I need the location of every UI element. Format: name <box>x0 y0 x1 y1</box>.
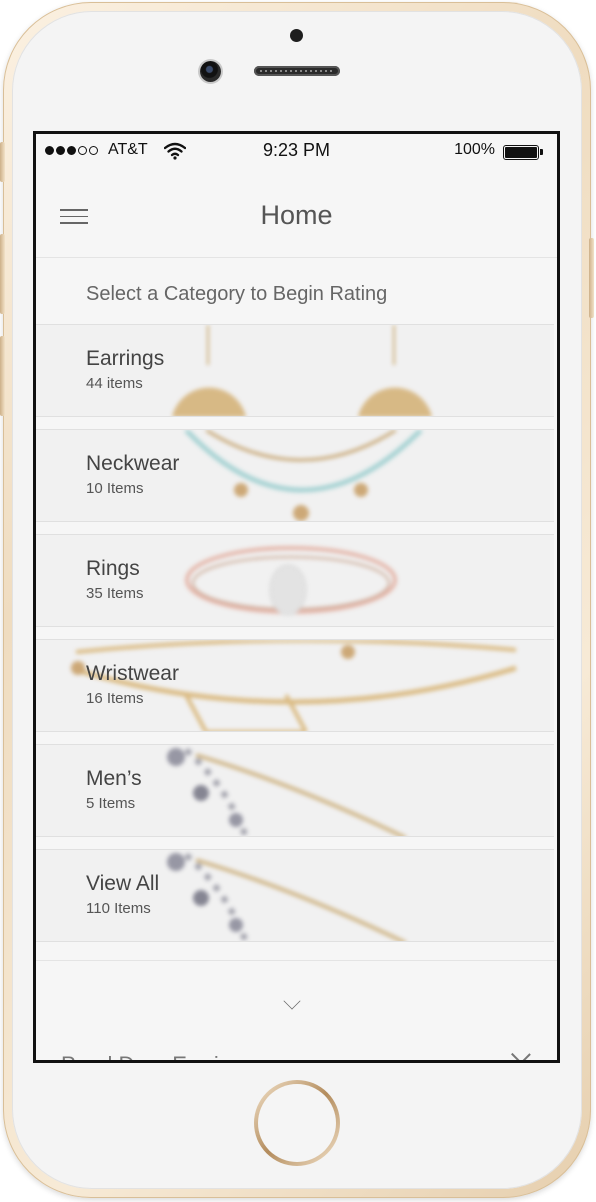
battery-icon <box>503 145 543 160</box>
app-screen: AT&T 9:23 PM 100% Home Select a Category… <box>36 134 557 1060</box>
category-mens[interactable]: Men’s 5 Items <box>36 744 554 837</box>
front-camera <box>200 61 221 82</box>
chevron-down-icon[interactable] <box>283 992 301 1010</box>
category-neckwear[interactable]: Neckwear 10 Items <box>36 429 554 522</box>
close-icon[interactable] <box>511 1053 531 1060</box>
proximity-sensor <box>290 29 303 42</box>
category-count: 16 Items <box>86 690 144 707</box>
home-button[interactable] <box>254 1080 340 1166</box>
battery-percentage: 100% <box>454 141 495 158</box>
category-name: View All <box>86 872 160 895</box>
category-name: Rings <box>86 557 140 580</box>
more-section: Pearl Drop Earrings <box>36 960 557 1060</box>
category-count: 10 Items <box>86 480 144 497</box>
volume-down-button <box>0 336 5 416</box>
category-name: Earrings <box>86 347 165 370</box>
category-count: 35 Items <box>86 585 144 602</box>
mute-switch <box>0 142 5 182</box>
category-name: Men’s <box>86 767 142 790</box>
screen: AT&T 9:23 PM 100% Home Select a Category… <box>33 131 560 1063</box>
page-title: Home <box>260 200 333 230</box>
category-name: Neckwear <box>86 452 180 475</box>
category-count: 110 Items <box>86 900 151 917</box>
home-button-face <box>258 1084 336 1162</box>
category-wristwear[interactable]: Wristwear 16 Items <box>36 639 554 732</box>
navigation-bar: Home <box>36 168 557 258</box>
category-view-all[interactable]: View All 110 Items <box>36 849 554 942</box>
category-count: 5 Items <box>86 795 136 812</box>
category-count: 44 items <box>86 375 143 392</box>
peek-item-title[interactable]: Pearl Drop Earrings <box>61 1052 254 1060</box>
volume-up-button <box>0 234 5 314</box>
category-name: Wristwear <box>86 662 179 685</box>
power-button <box>589 238 594 318</box>
category-earrings[interactable]: Earrings 44 items <box>36 324 554 417</box>
category-rings[interactable]: Rings 35 Items <box>36 534 554 627</box>
earpiece-speaker <box>254 66 340 76</box>
status-bar: AT&T 9:23 PM 100% <box>36 134 557 168</box>
category-prompt: Select a Category to Begin Rating <box>86 283 388 305</box>
